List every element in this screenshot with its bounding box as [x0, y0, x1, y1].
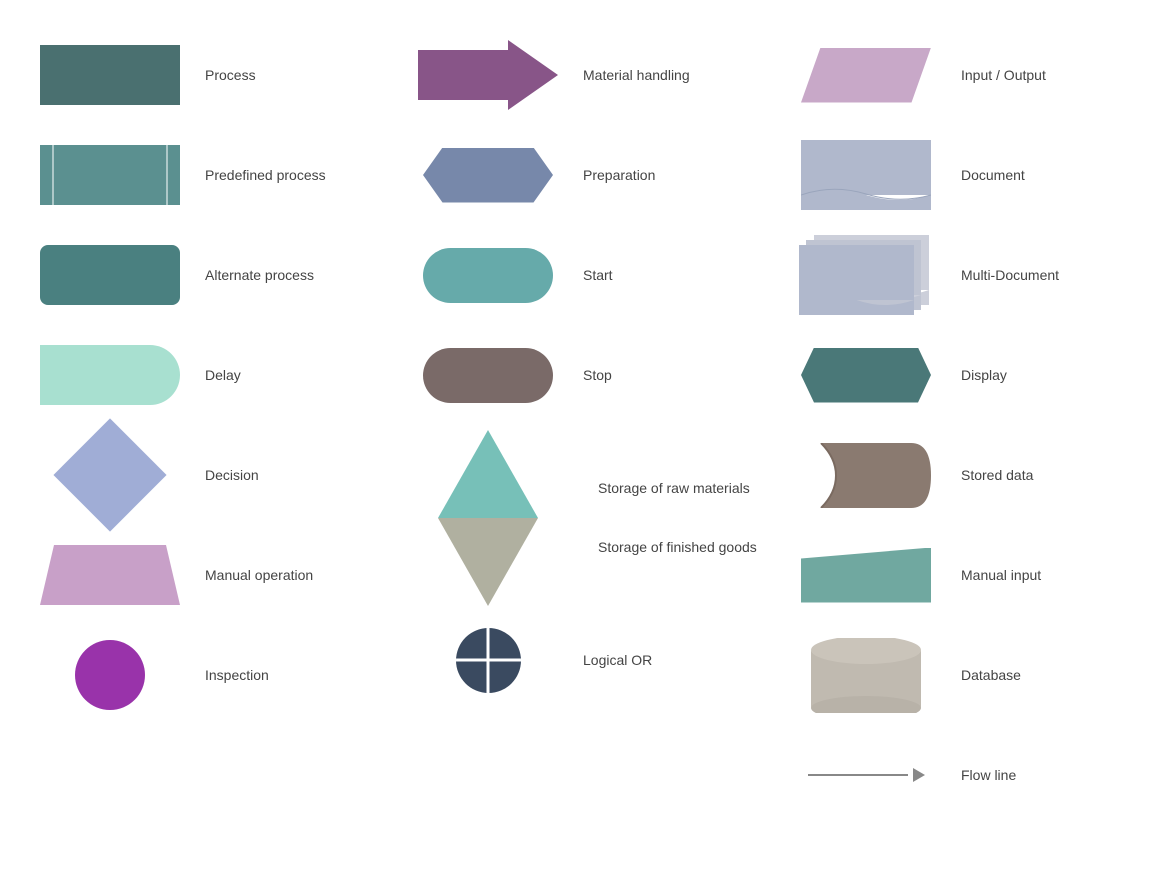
finished-storage-shape [438, 518, 538, 606]
legend-item-flow-line: Flow line [776, 730, 1154, 820]
flow-line-bar [808, 774, 908, 776]
legend-item-database: Database [776, 630, 1154, 720]
raw-storage-label: Storage of raw materials [598, 479, 750, 497]
database-label: Database [961, 666, 1021, 684]
legend-item-delay: Delay [20, 330, 398, 420]
legend-item-document: Document [776, 130, 1154, 220]
legend-item-material-handling: Material handling [398, 30, 776, 120]
predefined-line-left [52, 145, 54, 205]
shape-material-handling-container [408, 35, 568, 115]
legend-item-manual-input: Manual input [776, 530, 1154, 620]
document-shape [801, 140, 931, 210]
decision-shape [53, 418, 166, 531]
predefined-line-right [166, 145, 168, 205]
shape-start-container [408, 235, 568, 315]
legend-item-decision: Decision [20, 430, 398, 520]
shape-predefined-container [30, 135, 190, 215]
finished-storage-label: Storage of finished goods [598, 538, 757, 556]
shape-process-container [30, 35, 190, 115]
storage-labels: Storage of raw materials Storage of fini… [583, 479, 757, 555]
shape-stop-container [408, 335, 568, 415]
legend-item-start: Start [398, 230, 776, 320]
manual-input-label: Manual input [961, 566, 1041, 584]
shape-manual-op-container [30, 535, 190, 615]
legend-item-predefined: Predefined process [20, 130, 398, 220]
manual-input-shape [801, 548, 931, 603]
legend-item-display: Display [776, 330, 1154, 420]
legend-col-3: Input / Output Document [776, 30, 1154, 858]
stored-data-label: Stored data [961, 466, 1033, 484]
legend-item-multi-document: Multi-Document [776, 230, 1154, 320]
delay-label: Delay [205, 366, 241, 384]
stop-shape [423, 348, 553, 403]
legend-col-2: Material handling Preparation Start Stop [398, 30, 776, 858]
input-output-label: Input / Output [961, 66, 1046, 84]
delay-shape [40, 345, 180, 405]
shape-display-container [786, 335, 946, 415]
manual-op-label: Manual operation [205, 566, 313, 584]
shape-manual-input-container [786, 535, 946, 615]
manual-op-shape [40, 545, 180, 605]
process-label: Process [205, 66, 256, 84]
shape-delay-container [30, 335, 190, 415]
legend-item-alternate: Alternate process [20, 230, 398, 320]
inspection-label: Inspection [205, 666, 269, 684]
alternate-label: Alternate process [205, 266, 314, 284]
multi-document-label: Multi-Document [961, 266, 1059, 284]
shape-document-container [786, 135, 946, 215]
legend-item-input-output: Input / Output [776, 30, 1154, 120]
predefined-label: Predefined process [205, 166, 326, 184]
legend-item-stored-data: Stored data [776, 430, 1154, 520]
predefined-shape [40, 145, 180, 205]
shape-preparation-container [408, 135, 568, 215]
shape-logical-or-container [408, 620, 568, 700]
shape-multi-document-container [786, 235, 946, 315]
inspection-shape [75, 640, 145, 710]
legend-item-manual-op: Manual operation [20, 530, 398, 620]
legend-col-1: Process Predefined process Alternate pro… [20, 30, 398, 858]
process-shape [40, 45, 180, 105]
flow-line-label: Flow line [961, 766, 1016, 784]
start-shape [423, 248, 553, 303]
shape-decision-container [30, 435, 190, 515]
shape-inspection-container [30, 635, 190, 715]
decision-label: Decision [205, 466, 259, 484]
material-handling-shape [418, 40, 558, 110]
multi-document-shape [799, 235, 934, 315]
preparation-label: Preparation [583, 166, 655, 184]
document-label: Document [961, 166, 1025, 184]
database-shape [811, 638, 921, 713]
shape-stored-data-container [786, 435, 946, 515]
stored-data-shape [801, 443, 931, 508]
start-label: Start [583, 266, 613, 284]
legend-item-preparation: Preparation [398, 130, 776, 220]
legend-item-stop: Stop [398, 330, 776, 420]
raw-storage-shape [438, 430, 538, 518]
legend-item-logical-or: Logical OR [398, 615, 776, 705]
preparation-shape [423, 148, 553, 203]
legend-grid: Process Predefined process Alternate pro… [0, 0, 1174, 888]
display-shape [801, 348, 931, 403]
shape-database-container [786, 635, 946, 715]
shape-alternate-container [30, 235, 190, 315]
flow-line-shape [808, 768, 925, 782]
shape-storage-container [408, 435, 568, 600]
storage-pair [438, 430, 538, 606]
flow-line-arrow [913, 768, 925, 782]
alternate-shape [40, 245, 180, 305]
stop-label: Stop [583, 366, 612, 384]
input-output-shape [801, 48, 931, 103]
material-handling-label: Material handling [583, 66, 690, 84]
logical-or-shape [456, 628, 521, 693]
logical-or-label: Logical OR [583, 651, 652, 669]
legend-item-inspection: Inspection [20, 630, 398, 720]
legend-item-storage-combined: Storage of raw materials Storage of fini… [398, 430, 776, 605]
shape-flow-line-container [786, 735, 946, 815]
shape-input-output-container [786, 35, 946, 115]
display-label: Display [961, 366, 1007, 384]
legend-item-process: Process [20, 30, 398, 120]
